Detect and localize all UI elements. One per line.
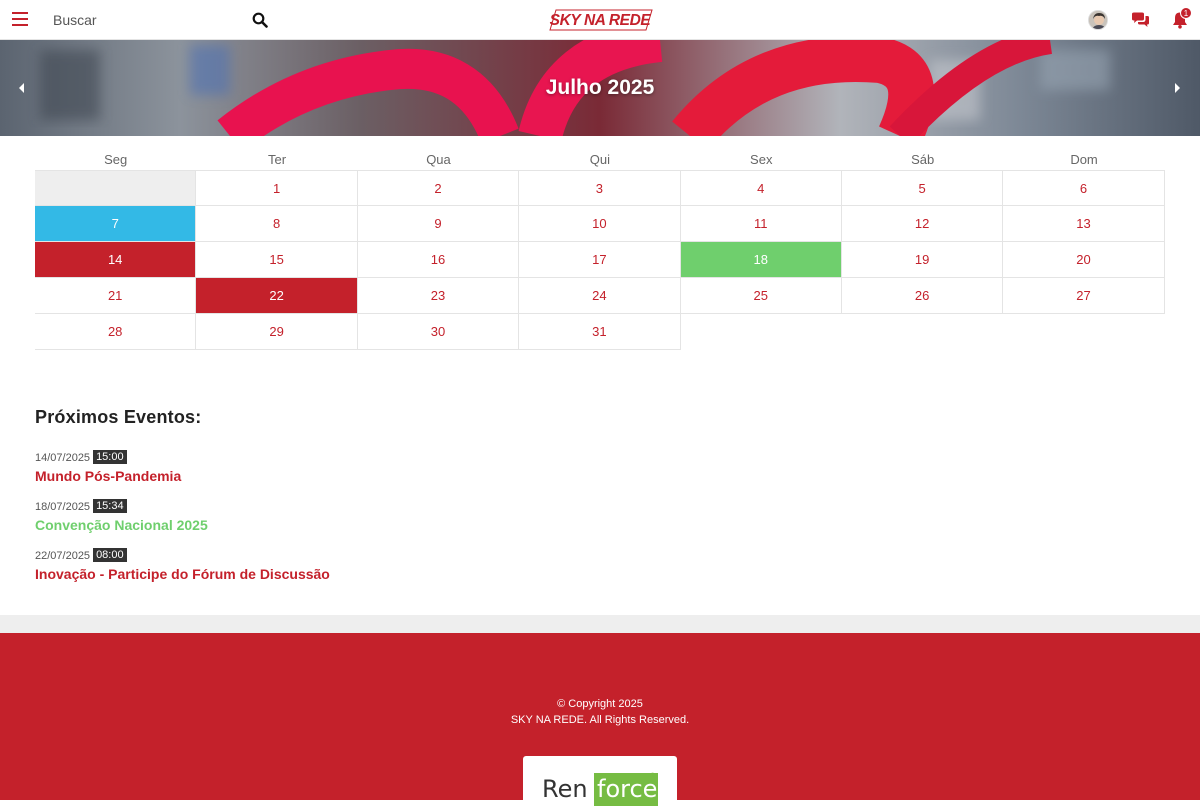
event-title-link[interactable]: Mundo Pós-Pandemia [35,468,181,484]
top-navbar: SKY NA REDE 1 [0,0,1200,40]
calendar-day[interactable]: 6 [1003,170,1165,206]
weekday-label: Qui [589,152,610,167]
events-title: Próximos Eventos: [35,407,202,427]
footer-separator [0,615,1200,633]
upcoming-events: Próximos Eventos: 14/07/2025 15:00 Mundo P… [35,407,735,582]
weekday-label: Qua [426,152,451,167]
event-item: 22/07/2025 08:00 Inovação - Participe do F… [35,548,330,582]
event-time: 15:34 [93,499,127,513]
calendar-empty-cell [1003,314,1164,350]
calendar-day[interactable]: 13 [1003,206,1165,242]
event-time: 15:00 [93,450,127,464]
calendar-week-row: 14 15 16 17 18 19 20 [35,242,1165,278]
calendar-day[interactable]: 26 [841,278,1004,314]
calendar-day[interactable]: 12 [841,206,1004,242]
calendar-empty-cell [681,314,842,350]
calendar-day[interactable]: 5 [841,170,1004,206]
calendar-day[interactable]: 31 [519,314,681,350]
calendar-week-row: 7 8 9 10 11 12 13 [35,206,1165,242]
user-avatar[interactable] [1088,10,1108,30]
event-meta: 22/07/2025 08:00 [35,548,330,564]
renforce-logo-force: force [597,775,658,803]
calendar-day[interactable]: 27 [1003,278,1165,314]
calendar-day-event[interactable]: 22 [196,278,358,314]
calendar-day[interactable]: 30 [357,314,520,350]
month-title: Julho 2025 [545,76,655,99]
calendar-day[interactable]: 9 [357,206,520,242]
calendar-empty-cell [35,170,197,206]
calendar-day-event[interactable]: 14 [35,242,197,278]
calendar-day[interactable]: 17 [519,242,681,278]
copyright-line-2: SKY NA REDE. All Rights Reserved. [510,714,690,726]
calendar-day[interactable]: 11 [680,206,842,242]
previous-month-arrow-icon[interactable] [18,82,26,94]
event-date: 14/07/2025 [35,452,91,464]
weekday-label: Sáb [911,152,935,167]
renforce-logo[interactable]: Ren force ® [523,756,677,806]
event-date: 22/07/2025 [35,550,91,562]
event-meta: 18/07/2025 15:34 [35,499,208,515]
search-input[interactable] [44,6,244,34]
event-title-link[interactable]: Inovação - Participe do Fórum de Discuss… [35,566,330,582]
calendar-day[interactable]: 4 [680,170,842,206]
weekday-label: Seg [104,152,128,167]
calendar-week-row: 123456 [35,170,1165,206]
calendar-week-row: 28 29 30 31 [35,314,1165,350]
logo-text: SKY NA REDE [550,12,652,29]
next-month-arrow-icon[interactable] [1173,82,1181,94]
calendar-day[interactable]: 8 [196,206,358,242]
calendar-day[interactable]: 21 [35,278,197,314]
calendar-day[interactable]: 10 [519,206,681,242]
calendar-day[interactable]: 25 [680,278,842,314]
calendar-grid: Seg Ter Qua Qui Sex Sáb Dom 1 2 3 4 5 6 7 8 9 10 11 12 13 1… [35,150,1165,350]
weekday-header: Seg Ter Qua Qui Sex Sáb Dom [35,150,1165,170]
calendar-day[interactable]: 24 [519,278,681,314]
registered-mark: ® [650,773,656,780]
footer: © Copyright 2025 SKY NA REDE. All Rights… [0,633,1200,806]
event-date: 18/07/2025 [35,501,91,513]
calendar-day[interactable]: 19 [841,242,1004,278]
month-banner: Julho 2025 [0,40,1200,136]
calendar-day[interactable]: 28 [35,314,197,350]
event-item: 18/07/2025 15:34 Convenção Nacional 2025 [35,499,208,533]
chat-icon[interactable] [1131,12,1150,28]
menu-icon[interactable] [12,12,28,26]
event-item: 14/07/2025 15:00 Mundo Pós-Pandemia [35,450,181,484]
calendar-day[interactable]: 23 [357,278,520,314]
copyright-line-1: © Copyright 2025 [557,698,643,710]
search-icon[interactable] [252,12,268,28]
calendar-day[interactable]: 1 [196,170,358,206]
calendar-day[interactable]: 15 [196,242,358,278]
sky-na-rede-logo[interactable]: SKY NA REDE [546,9,654,31]
calendar-day[interactable]: 29 [196,314,358,350]
calendar-day-event[interactable]: 7 [35,206,197,242]
calendar-weeks: 1 2 3 4 5 6 7 8 9 10 11 12 13 14 15 16 17 18 19 20 21 22 23 24 2… [35,170,1165,350]
weekday-label: Ter [268,152,287,167]
calendar-day[interactable]: 3 [519,170,681,206]
weekday-label: Sex [750,152,773,167]
calendar-day[interactable]: 16 [357,242,520,278]
event-title-link[interactable]: Convenção Nacional 2025 [35,517,208,533]
renforce-logo-ren: Ren [542,775,588,803]
calendar-day-event[interactable]: 18 [680,242,842,278]
calendar-day[interactable]: 2 [357,170,520,206]
event-meta: 14/07/2025 15:00 [35,450,181,466]
notification-badge: 1 [1180,7,1192,19]
calendar-day[interactable]: 20 [1003,242,1165,278]
copyright-text: © Copyright 2025 SKY NA REDE. All Rights… [0,696,1200,728]
weekday-label: Dom [1070,152,1098,167]
event-time: 08:00 [93,548,127,562]
calendar-empty-cell [842,314,1003,350]
calendar-week-row: 21 22 23 24 25 26 27 [35,278,1165,314]
